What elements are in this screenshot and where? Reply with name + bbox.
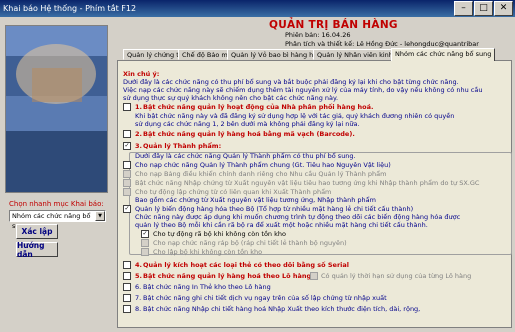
checkbox-lot[interactable]	[123, 272, 131, 280]
checkbox-stock-card-lot[interactable]	[123, 283, 131, 291]
note-line: Dưới đây là các chức năng có thu phí bổ …	[123, 78, 459, 86]
tp-option-label: Cho nạp chức năng Quản lý Thành phẩm chu…	[135, 161, 391, 169]
item-description: Khi bật chức năng này và đã đăng ký sử d…	[135, 112, 455, 120]
tp-bom-description: Chức năng này được áp dụng khi muốn chươ…	[135, 213, 461, 221]
tp-sub-option-label: Cho nạp chức năng ráp bộ (ráp chi tiết l…	[153, 239, 347, 247]
item-number: 5.	[135, 272, 142, 280]
checkbox-tp-general[interactable]	[123, 161, 131, 169]
item-lot-label: Bật chức năng quản lý hàng hoá theo Lô h…	[143, 272, 312, 280]
item-number: 4.	[135, 261, 142, 269]
tp-sub-option-label: Cho lập bộ khi không còn tồn kho	[153, 248, 263, 256]
version-text: Phiên bản: 16.04.26	[285, 31, 351, 39]
item-number: 6.	[135, 283, 142, 291]
checkbox-tp-dashboard[interactable]	[123, 170, 131, 178]
checkbox-assemble[interactable]	[141, 239, 149, 247]
note-line: Việc nạp các chức năng này sẽ chiếm dụng…	[123, 86, 483, 94]
checkbox-serial[interactable]	[123, 261, 131, 269]
maximize-icon[interactable]: □	[474, 1, 493, 16]
item-number: 8.	[135, 305, 142, 313]
item-stock-card-label: Bật chức năng In Thẻ kho theo Lô hàng	[143, 283, 271, 291]
note-line: sử dụng thực sự quý khách không nên cho …	[123, 94, 339, 102]
checkbox-dimensions[interactable]	[123, 305, 131, 313]
checkbox-bundle-no-stock[interactable]	[141, 248, 149, 256]
app-header: QUẢN TRỊ BÁN HÀNG Phiên bản: 16.04.26 Ph…	[112, 17, 515, 50]
checkbox-tp-auto-document[interactable]	[123, 188, 131, 196]
checkbox-distributor[interactable]	[123, 103, 131, 111]
close-icon[interactable]: ✕	[494, 1, 513, 16]
item-dimensions-label: Bật chức năng Nhập chi tiết hàng hoá Nhậ…	[143, 305, 421, 313]
item-barcode-label: Bật chức năng quản lý hàng hoá bằng mã v…	[143, 130, 355, 138]
item-number: 2.	[135, 130, 142, 138]
tab-strip: Quản lý chứng từ Chế độ Bảo mật Quản lý …	[123, 48, 515, 61]
tab-packaging[interactable]: Quản lý Vỏ bao bì hàng hóa	[227, 49, 326, 60]
item-finished-goods-label: Quản lý Thành phẩm:	[143, 142, 222, 150]
note-title: Xin chú ý:	[123, 70, 160, 78]
group-description: Dưới đây là các chức năng Quản lý Thành …	[135, 152, 356, 160]
item-number: 3.	[135, 142, 142, 150]
app-title: QUẢN TRỊ BÁN HÀNG	[269, 19, 398, 31]
tp-bom-description: quản lý theo Bộ mỗi khi cần rã bộ ra để …	[135, 221, 428, 229]
tp-sub-option-label: Cho tự động rã bộ khi không còn tồn kho	[153, 230, 286, 238]
window-title: Khai báo Hệ thống - Phím tắt F12	[3, 4, 137, 13]
tp-option-label: Cho nạp Bảng điều khiển chính danh riêng…	[135, 170, 387, 178]
guide-button[interactable]: Hướng dẫn	[16, 241, 58, 259]
checkbox-finished-goods[interactable]: ✓	[123, 142, 131, 150]
item-number: 7.	[135, 294, 142, 302]
tp-option-label: Cho tự động lập chứng từ có liên quan kh…	[135, 188, 332, 196]
item-service-detail-label: Bật chức năng ghi chi tiết dịch vụ ngay …	[143, 294, 387, 302]
author-text: Phân tích và thiết kế: Lê Hồng Đức - leh…	[285, 40, 479, 48]
quick-select-label: Chọn nhanh mục Khai báo:	[9, 200, 104, 208]
checkbox-lot-expiry[interactable]	[310, 272, 318, 280]
item-number: 1.	[135, 103, 142, 111]
item-serial-label: Quản lý kích hoạt các loại thẻ có theo d…	[143, 261, 350, 269]
checkbox-tp-bom[interactable]: ✓	[123, 205, 131, 213]
lot-expiry-label: Có quản lý thời hạn sử dụng của từng Lô …	[321, 272, 472, 280]
checkbox-tp-material-export[interactable]	[123, 179, 131, 187]
minimize-icon[interactable]: –	[454, 1, 473, 16]
tp-option-label: Bật chức năng Nhập chứng từ Xuất nguyên …	[135, 179, 480, 187]
chevron-down-icon[interactable]: ▼	[95, 211, 105, 221]
checkbox-auto-unbundle[interactable]: ✓	[141, 230, 149, 238]
left-panel: Chọn nhanh mục Khai báo: Nhóm các chức n…	[0, 17, 112, 332]
window-titlebar: Khai báo Hệ thống - Phím tắt F12 – □ ✕	[0, 0, 515, 17]
tp-bom-label: Quản lý biến động hàng hóa theo Bộ (Tổ h…	[135, 205, 414, 213]
quick-select-dropdown[interactable]: Nhóm các chức năng bổ sung ▼	[9, 210, 106, 230]
logo-image	[5, 25, 108, 193]
tp-option-description: Bao gồm các chứng từ Xuất nguyên vật liệ…	[135, 196, 376, 204]
checkbox-barcode[interactable]	[123, 130, 131, 138]
tab-additional-features[interactable]: Nhóm các chức năng bổ sung	[391, 48, 496, 61]
item-distributor-label: Bật chức năng quản lý hoạt động của Nhà …	[143, 103, 374, 111]
checkbox-service-detail[interactable]	[123, 294, 131, 302]
item-description: sử dụng các chức năng 1, 2 bên dưới mà k…	[135, 120, 360, 128]
select-button[interactable]: Xác lập	[16, 224, 58, 239]
